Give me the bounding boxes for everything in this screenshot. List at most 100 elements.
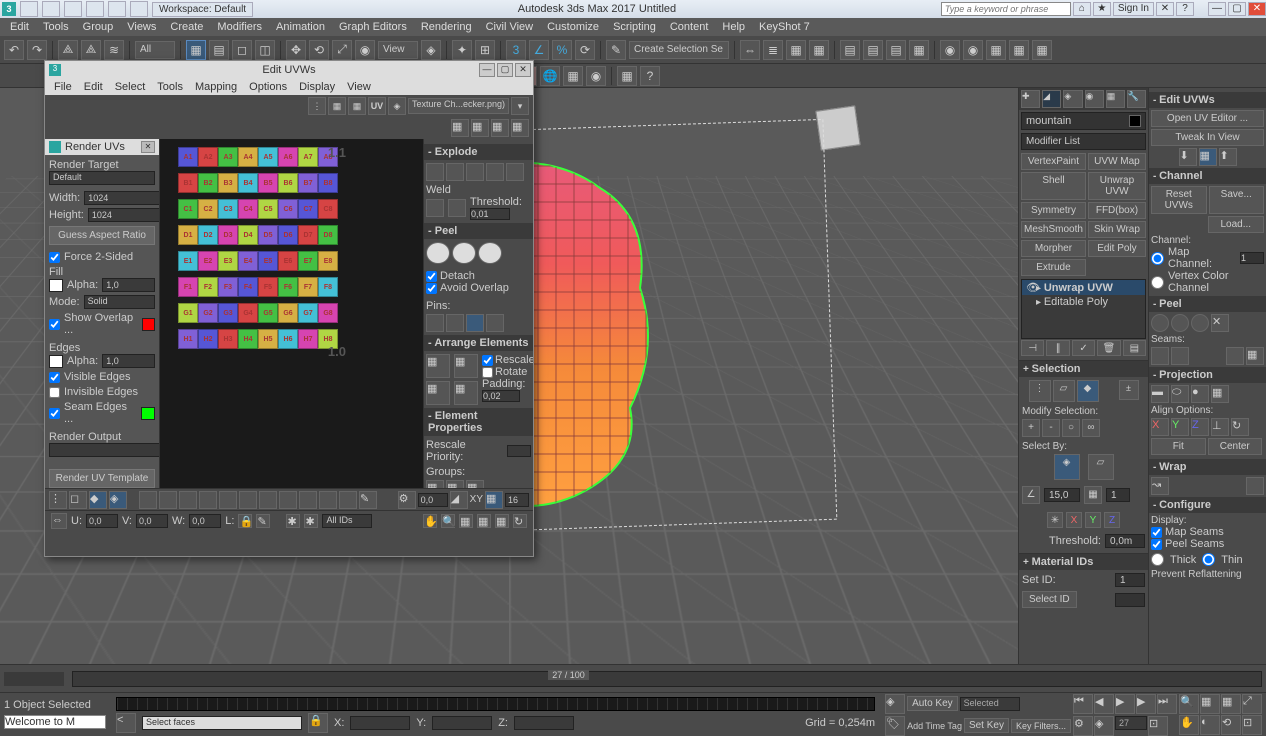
mod-ffdbox[interactable]: FFD(box) xyxy=(1088,202,1146,219)
bb-icon[interactable] xyxy=(239,491,257,509)
timeline-left-scroll[interactable] xyxy=(4,672,64,686)
qat-button[interactable] xyxy=(42,1,60,17)
visible-edges-checkbox[interactable] xyxy=(49,372,60,383)
close-icon[interactable]: ✕ xyxy=(1156,2,1174,16)
y-input[interactable] xyxy=(432,716,492,730)
rect-select-icon[interactable]: ◻ xyxy=(232,40,252,60)
selectid-button[interactable]: Select ID xyxy=(1022,591,1077,608)
bb-icon[interactable]: ✎ xyxy=(359,491,377,509)
uv-tb-icon[interactable]: ⋮ xyxy=(308,97,326,115)
map-channel-input[interactable] xyxy=(1240,252,1264,264)
render-frame-icon[interactable]: ▦ xyxy=(986,40,1006,60)
bb-icon[interactable] xyxy=(219,491,237,509)
window-crossing-icon[interactable]: ◫ xyxy=(255,40,275,60)
uv-tb2-icon[interactable]: ▦ xyxy=(491,119,509,137)
uv-tb-label[interactable]: UV xyxy=(368,97,386,115)
uv-tb2-icon[interactable]: ▦ xyxy=(471,119,489,137)
grow-icon[interactable]: + xyxy=(1022,419,1040,437)
bb-edge-icon[interactable]: ◻ xyxy=(69,491,87,509)
mapseams-checkbox[interactable] xyxy=(1151,527,1162,538)
explode5-icon[interactable] xyxy=(506,163,524,181)
v-input[interactable] xyxy=(136,514,168,528)
uv-menu-file[interactable]: File xyxy=(49,80,77,94)
proj-cyl-icon[interactable]: ⬭ xyxy=(1171,385,1189,403)
quickpeel-icon[interactable]: ⬆ xyxy=(1219,148,1237,166)
layers-icon[interactable]: ▦ xyxy=(786,40,806,60)
edituvws-header[interactable]: - Edit UVWs xyxy=(1149,92,1266,108)
map-channel-radio[interactable] xyxy=(1151,252,1164,265)
stack-unique[interactable]: ✓ xyxy=(1072,340,1095,356)
configure-header[interactable]: - Configure xyxy=(1149,497,1266,513)
uv-menu-edit[interactable]: Edit xyxy=(79,80,108,94)
weld-threshold-input[interactable] xyxy=(470,208,510,220)
uv-menu-view[interactable]: View xyxy=(342,80,376,94)
group1-icon[interactable]: ▦ xyxy=(426,480,444,488)
uv-menu-display[interactable]: Display xyxy=(294,80,340,94)
render-setup-icon[interactable]: ◉ xyxy=(963,40,983,60)
menu-grapheditors[interactable]: Graph Editors xyxy=(333,20,413,34)
thin-radio[interactable] xyxy=(1202,553,1215,566)
keymode-icon[interactable]: ⊞ xyxy=(475,40,495,60)
fit-button[interactable]: Fit xyxy=(1151,438,1206,455)
shrink-icon[interactable]: - xyxy=(1042,419,1060,437)
peel3-icon[interactable] xyxy=(1191,314,1209,332)
snap-icon[interactable]: ✱ xyxy=(286,514,300,528)
stack-pin[interactable]: ⊣ xyxy=(1021,340,1044,356)
prev-frame-icon[interactable]: ◀ xyxy=(1094,694,1114,714)
placement-icon[interactable]: ◉ xyxy=(355,40,375,60)
detach-checkbox[interactable] xyxy=(426,271,437,282)
key-mode-icon[interactable]: ◈ xyxy=(1094,716,1114,736)
trackbar[interactable] xyxy=(116,697,875,711)
motion-tab[interactable]: ◉ xyxy=(1085,90,1104,108)
uv-editor-titlebar[interactable]: 3 Edit UVWs ― ▢ ✕ xyxy=(45,61,533,79)
bb-icon[interactable]: ▦ xyxy=(485,491,503,509)
stack-remove[interactable]: 🗑 xyxy=(1097,340,1120,356)
bb-icon[interactable] xyxy=(259,491,277,509)
qat-button[interactable] xyxy=(130,1,148,17)
manip-icon[interactable]: ✦ xyxy=(452,40,472,60)
mod-unwrapuvw[interactable]: Unwrap UVW xyxy=(1088,172,1146,200)
axis-x[interactable]: X xyxy=(1066,512,1082,528)
menu-create[interactable]: Create xyxy=(164,20,209,34)
axis-y[interactable]: Y xyxy=(1085,512,1101,528)
mod-meshsmooth[interactable]: MeshSmooth xyxy=(1021,221,1086,238)
bb-vertex-icon[interactable]: ⋮ xyxy=(49,491,67,509)
keyfilters-button[interactable]: Key Filters... xyxy=(1011,719,1071,733)
explode-header[interactable]: - Explode xyxy=(424,144,533,160)
info-icon[interactable]: ⌂ xyxy=(1073,2,1091,16)
curve-editor-icon[interactable]: ▤ xyxy=(840,40,860,60)
uv-menu-tools[interactable]: Tools xyxy=(152,80,188,94)
matids-rollout-header[interactable]: + Material IDs xyxy=(1019,554,1148,570)
quickplanar-icon[interactable]: ⬇ xyxy=(1179,148,1197,166)
mode-dropdown[interactable]: Solid xyxy=(84,295,155,309)
rotate-icon[interactable]: ⟲ xyxy=(309,40,329,60)
add-time-tag-label[interactable]: Add Time Tag xyxy=(907,721,962,731)
render-uv-template-button[interactable]: Render UV Template xyxy=(49,469,155,488)
modify-tab[interactable]: ◢ xyxy=(1042,90,1061,108)
undo-icon[interactable]: ↶ xyxy=(4,40,24,60)
thick-radio[interactable] xyxy=(1151,553,1164,566)
proj-sphere-icon[interactable]: ● xyxy=(1191,385,1209,403)
modifier-list-dropdown[interactable]: Modifier List xyxy=(1021,133,1146,150)
rescale-priority-input[interactable] xyxy=(507,445,531,457)
peel-quick-icon[interactable] xyxy=(426,242,450,264)
bb-icon[interactable] xyxy=(339,491,357,509)
select-icon[interactable]: ▦ xyxy=(186,40,206,60)
uv-menu-mapping[interactable]: Mapping xyxy=(190,80,242,94)
script-toggle-icon[interactable]: < xyxy=(116,713,136,733)
minimize-button[interactable]: ― xyxy=(1208,2,1226,16)
mod-morpher[interactable]: Morpher xyxy=(1021,240,1086,257)
bb-icon[interactable] xyxy=(299,491,317,509)
wrap2-icon[interactable] xyxy=(1246,477,1264,495)
uv-tb-icon[interactable]: ▦ xyxy=(348,97,366,115)
mod-editpoly[interactable]: Edit Poly xyxy=(1088,240,1146,257)
autokey-button[interactable]: Auto Key xyxy=(907,696,958,711)
lock-icon[interactable]: 🔒 xyxy=(308,713,328,733)
angle-value-input[interactable] xyxy=(1044,488,1080,502)
render-target-dropdown[interactable]: Default xyxy=(49,171,155,185)
grid-icon[interactable]: ▦ xyxy=(1084,486,1102,504)
loop-icon[interactable]: ∞ xyxy=(1082,419,1100,437)
nav-icon[interactable]: ⊡ xyxy=(1242,715,1262,735)
align-norm-icon[interactable]: ⊥ xyxy=(1211,418,1229,436)
snap-icon[interactable]: 3 xyxy=(506,40,526,60)
